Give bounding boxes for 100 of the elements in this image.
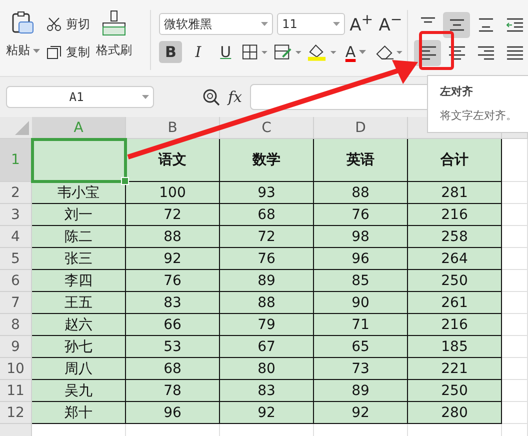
bottom-align-icon [478,18,494,32]
middle-align-button[interactable] [443,12,470,38]
font-family-select[interactable]: 微软雅黑 [159,13,274,35]
bold-button[interactable]: B [159,41,182,63]
table-cell: 陈二 [32,226,126,248]
caret-icon [261,22,268,26]
table-cell: 250 [408,270,502,292]
table-cell: 68 [126,358,220,380]
table-cell: 221 [408,358,502,380]
table-cell: 76 [126,270,220,292]
table-cell: 88 [126,226,220,248]
increase-font-size-button[interactable]: A$^{+}$ [348,12,374,36]
table-cell: 216 [408,314,502,336]
table-cell: 67 [220,336,314,358]
table-cell: 250 [408,380,502,402]
row-header[interactable]: 9 [0,336,32,358]
table-cell: 185 [408,336,502,358]
row-header[interactable]: 7 [0,292,32,314]
function-label[interactable]: fx [228,88,242,106]
table-cell: 刘一 [32,204,126,226]
row-header[interactable]: 6 [0,270,32,292]
table-cell: 71 [314,314,408,336]
borders-icon [241,43,269,61]
table-cell: 韦小宝 [32,182,126,204]
table-cell: 93 [220,182,314,204]
cut-button[interactable]: 剪切 [46,14,90,34]
table-cell: 261 [408,292,502,314]
table-cell: 96 [126,402,220,424]
font-size-select[interactable]: 11 [277,13,345,35]
table-cell: 88 [314,182,408,204]
font-size-value: 11 [282,17,298,31]
table-cell: 92 [126,248,220,270]
format-painter-button[interactable]: 格式刷 [96,8,132,64]
table-cell: 89 [220,270,314,292]
table-cell: 88 [220,292,314,314]
table-cell: 孙七 [32,336,126,358]
tooltip-title: 左对齐 [440,84,474,99]
table-cell: 80 [220,358,314,380]
justify-align-icon [506,46,524,60]
table-cell: 78 [126,380,220,402]
copy-icon [46,44,62,60]
table-cell: 66 [126,314,220,336]
table-cell: 83 [126,292,220,314]
table-cell: 79 [220,314,314,336]
row-header[interactable]: 4 [0,226,32,248]
table-cell: 周八 [32,358,126,380]
table-cell: 65 [314,336,408,358]
indent-align-icon [506,18,524,32]
row-header[interactable]: 12 [0,402,32,424]
underline-button[interactable]: U [214,41,238,63]
caret-icon [142,95,149,99]
table-cell: 264 [408,248,502,270]
row-header[interactable]: 2 [0,182,32,204]
table-cell: 92 [314,402,408,424]
column-header[interactable]: B [126,117,220,139]
table-cell: 53 [126,336,220,358]
font-color-button[interactable]: A [345,43,356,61]
right-align-icon [476,46,494,60]
table-cell: 89 [314,380,408,402]
row-header[interactable]: 5 [0,248,32,270]
selected-cell[interactable] [32,139,126,182]
zoom-icon [202,88,220,106]
paste-label: 粘贴 [6,42,30,59]
table-cell: 68 [220,204,314,226]
decrease-font-size-button[interactable]: A$^{−}$ [378,12,403,36]
table-cell: 100 [126,182,220,204]
table-cell: 258 [408,226,502,248]
clipboard-icon [10,10,36,36]
row-header[interactable]: 3 [0,204,32,226]
paste-button[interactable]: 粘贴 [6,8,40,64]
column-header[interactable]: D [314,117,408,139]
table-cell: 72 [126,204,220,226]
row-header[interactable]: 11 [0,380,32,402]
table-cell: 合计 [408,139,502,182]
table-cell: 英语 [314,139,408,182]
italic-button[interactable]: I [186,41,210,63]
table-cell: 72 [220,226,314,248]
table-cell: 92 [220,402,314,424]
scissors-icon [46,16,62,32]
row-header[interactable]: 10 [0,358,32,380]
table-cell: 郑十 [32,402,126,424]
copy-button[interactable]: 复制 [46,42,90,62]
font-family-value: 微软雅黑 [164,16,212,32]
table-cell: 数学 [220,139,314,182]
table-cell: 语文 [126,139,220,182]
table-cell: 王五 [32,292,126,314]
table-cell: 83 [220,380,314,402]
table-cell: 李四 [32,270,126,292]
caret-icon [358,50,366,54]
table-cell: 76 [220,248,314,270]
name-box[interactable]: A1 [6,86,154,108]
table-cell: 85 [314,270,408,292]
table-cell: 280 [408,402,502,424]
tooltip-text: 将文字左对齐。 [440,108,518,123]
column-header[interactable]: C [220,117,314,139]
table-cell: 98 [314,226,408,248]
table-cell: 吴九 [32,380,126,402]
row-header[interactable]: 8 [0,314,32,336]
fill-color-icon [306,42,338,62]
highlight-box [419,31,454,70]
